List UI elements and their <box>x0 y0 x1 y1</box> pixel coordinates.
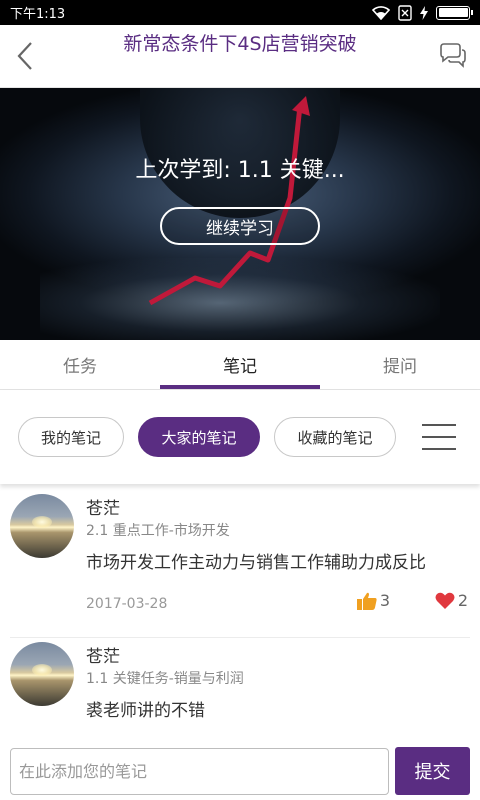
page-title: 新常态条件下4S店营销突破 <box>123 33 357 55</box>
status-icons <box>372 4 473 21</box>
battery-icon <box>436 5 473 20</box>
tab-tasks[interactable]: 任务 <box>0 340 160 389</box>
note-date: 2017-03-28 <box>86 596 168 612</box>
tab-notes[interactable]: 笔记 <box>160 340 320 389</box>
favorite-count: 2 <box>457 591 468 610</box>
status-time: 下午1:13 <box>10 7 66 22</box>
note-chapter: 2.1 重点工作-市场开发 <box>86 523 230 539</box>
last-learned-text: 上次学到: 1.1 关键... <box>135 158 345 183</box>
avatar <box>10 494 74 558</box>
course-banner: 上次学到: 1.1 关键... 继续学习 <box>0 88 480 340</box>
note-username: 苍茫 <box>86 647 120 667</box>
status-bar: 下午1:13 <box>0 0 480 25</box>
note-input-bar: 提交 <box>0 740 480 800</box>
note-input[interactable] <box>10 748 389 795</box>
list-item[interactable]: 苍茫 2.1 重点工作-市场开发 市场开发工作主动力与销售工作辅助力成反比 20… <box>10 490 470 638</box>
back-button[interactable] <box>10 39 40 73</box>
note-chapter: 1.1 关键任务-销量与利润 <box>86 671 244 687</box>
note-filters: 我的笔记 大家的笔记 收藏的笔记 <box>0 390 480 484</box>
chat-bubbles-icon <box>440 43 466 68</box>
avatar <box>10 642 74 706</box>
chat-button[interactable] <box>438 43 468 69</box>
tab-questions[interactable]: 提问 <box>320 340 480 389</box>
sim-x-icon <box>398 4 412 21</box>
filter-my-notes[interactable]: 我的笔记 <box>18 417 124 457</box>
continue-learning-button[interactable]: 继续学习 <box>160 207 320 245</box>
note-username: 苍茫 <box>86 499 120 519</box>
menu-icon[interactable] <box>422 424 456 450</box>
chevron-left-icon <box>17 42 32 70</box>
thumbs-up-icon <box>356 592 377 610</box>
note-content: 市场开发工作主动力与销售工作辅助力成反比 <box>86 553 426 573</box>
submit-button[interactable]: 提交 <box>395 747 470 795</box>
filter-everyone-notes[interactable]: 大家的笔记 <box>138 417 260 457</box>
tab-bar: 任务 笔记 提问 <box>0 340 480 390</box>
app-header: 新常态条件下4S店营销突破 <box>0 25 480 88</box>
like-button[interactable]: 3 <box>356 591 390 610</box>
list-item[interactable]: 苍茫 1.1 关键任务-销量与利润 裘老师讲的不错 <box>10 638 470 740</box>
filter-favorite-notes[interactable]: 收藏的笔记 <box>274 417 396 457</box>
like-count: 3 <box>379 591 390 610</box>
charging-icon <box>420 5 428 20</box>
favorite-button[interactable]: 2 <box>435 591 468 610</box>
heart-icon <box>435 592 455 609</box>
wifi-icon <box>372 5 390 20</box>
note-content: 裘老师讲的不错 <box>86 701 205 721</box>
notes-list: 苍茫 2.1 重点工作-市场开发 市场开发工作主动力与销售工作辅助力成反比 20… <box>0 490 480 740</box>
